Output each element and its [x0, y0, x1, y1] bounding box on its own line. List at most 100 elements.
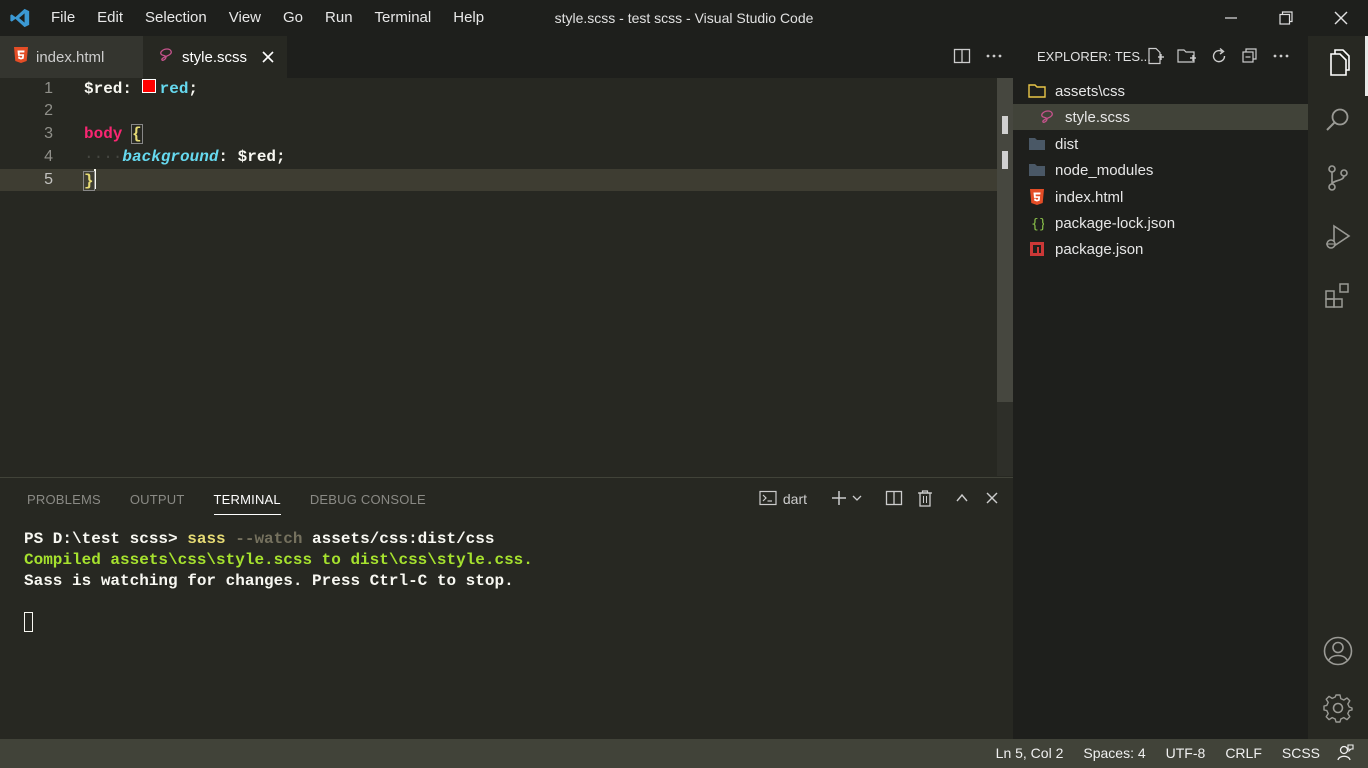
title-bar: File Edit Selection View Go Run Terminal… [0, 0, 1368, 36]
color-swatch-icon[interactable] [141, 79, 156, 93]
tab-style-scss[interactable]: style.scss [143, 36, 287, 78]
tree-item-node-modules[interactable]: node_modules [1013, 157, 1308, 183]
files-icon [1323, 48, 1353, 81]
explorer-activity[interactable] [1308, 36, 1368, 92]
line-number: 4 [44, 148, 53, 165]
terminal-icon [759, 490, 777, 509]
tab-index-html[interactable]: index.html [0, 36, 143, 78]
split-terminal-icon[interactable] [885, 489, 903, 510]
indentation[interactable]: Spaces: 4 [1073, 739, 1155, 768]
explorer-sidebar: EXPLORER: TES... assets\css style.scss d… [1013, 36, 1308, 739]
terminal-selector[interactable]: dart [759, 490, 807, 509]
sass-icon [1037, 107, 1057, 127]
close-panel-icon[interactable] [985, 491, 999, 508]
line-number: 1 [44, 80, 53, 97]
tree-item-package-lock-json[interactable]: {} package-lock.json [1013, 210, 1308, 236]
language-mode[interactable]: SCSS [1272, 739, 1330, 768]
scss-variable: $red [84, 80, 123, 98]
scroll-marker [1002, 151, 1008, 169]
tree-item-index-html[interactable]: index.html [1013, 184, 1308, 210]
bottom-panel: PROBLEMS OUTPUT TERMINAL DEBUG CONSOLE d… [0, 477, 1013, 740]
tab-output[interactable]: OUTPUT [130, 490, 185, 514]
chevron-down-icon[interactable] [851, 491, 863, 507]
terminal-output[interactable]: PS D:\test scss> sass --watch assets/css… [24, 529, 533, 592]
menu-help[interactable]: Help [442, 0, 495, 36]
json-icon: {} [1027, 213, 1047, 233]
extensions-activity[interactable] [1308, 268, 1368, 324]
source-control-icon [1323, 163, 1353, 196]
new-terminal-icon[interactable] [831, 490, 847, 509]
tab-label: index.html [36, 48, 105, 66]
more-actions-icon[interactable] [985, 47, 1003, 68]
colon: : [218, 148, 238, 166]
accounts-activity[interactable] [1308, 624, 1368, 680]
open-brace: { [131, 124, 143, 144]
terminal-line: Sass is watching for changes. Press Ctrl… [24, 572, 514, 590]
html5-icon [1027, 187, 1047, 207]
tree-item-label: style.scss [1065, 108, 1131, 126]
menu-terminal[interactable]: Terminal [364, 0, 443, 36]
collapse-all-icon[interactable] [1241, 47, 1259, 68]
tab-label: style.scss [182, 48, 248, 66]
close-tab-button[interactable] [258, 47, 278, 67]
tree-item-style-scss[interactable]: style.scss [1013, 104, 1308, 130]
tree-item-dist[interactable]: dist [1013, 131, 1308, 157]
cursor-position[interactable]: Ln 5, Col 2 [986, 739, 1074, 768]
code-text: body { [84, 123, 143, 145]
code-text: } [83, 169, 96, 192]
status-bar: Ln 5, Col 2 Spaces: 4 UTF-8 CRLF SCSS [0, 739, 1368, 768]
tab-terminal[interactable]: TERMINAL [213, 490, 281, 515]
code-editor[interactable]: 1 $red: red; 2 3 body { 4 ····background… [0, 78, 1013, 476]
window-controls [1203, 0, 1368, 36]
menu-view[interactable]: View [218, 0, 272, 36]
explorer-actions [1146, 36, 1290, 78]
code-line: 1 $red: red; [0, 78, 997, 100]
split-editor-icon[interactable] [953, 47, 971, 68]
manage-activity[interactable] [1308, 681, 1368, 737]
source-control-activity[interactable] [1308, 151, 1368, 207]
new-file-icon[interactable] [1146, 47, 1164, 68]
restore-button[interactable] [1258, 0, 1313, 36]
folder-icon [1027, 160, 1047, 180]
menu-selection[interactable]: Selection [134, 0, 218, 36]
tree-item-label: assets\css [1055, 82, 1126, 100]
tree-item-package-json[interactable]: package.json [1013, 236, 1308, 262]
trash-icon[interactable] [917, 489, 933, 510]
menu-file[interactable]: File [40, 0, 86, 36]
line-number: 5 [44, 171, 53, 188]
menu-go[interactable]: Go [272, 0, 314, 36]
code-line: 4 ····background: $red; [0, 146, 997, 168]
tree-item-assets-css[interactable]: assets\css [1013, 78, 1308, 104]
terminal-command: sass [187, 530, 226, 548]
minimize-button[interactable] [1203, 0, 1258, 36]
feedback-icon[interactable] [1330, 739, 1368, 768]
sass-icon [158, 47, 174, 67]
svg-text:{}: {} [1031, 217, 1044, 231]
vscode-logo-icon[interactable] [0, 0, 40, 36]
search-activity[interactable] [1308, 93, 1368, 149]
folder-open-icon [1027, 81, 1047, 101]
terminal-flag: --watch [225, 530, 303, 548]
close-window-button[interactable] [1313, 0, 1368, 36]
editor-tab-bar: index.html style.scss [0, 36, 1013, 78]
run-debug-activity[interactable] [1308, 210, 1368, 266]
search-icon [1323, 105, 1353, 138]
activity-bar [1308, 36, 1368, 739]
end-of-line[interactable]: CRLF [1215, 739, 1272, 768]
encoding[interactable]: UTF-8 [1156, 739, 1216, 768]
tab-debug-console[interactable]: DEBUG CONSOLE [310, 490, 426, 514]
tab-problems[interactable]: PROBLEMS [27, 490, 101, 514]
account-icon [1322, 635, 1354, 670]
tree-item-label: index.html [1055, 188, 1124, 206]
new-folder-icon[interactable] [1177, 47, 1197, 68]
tree-item-label: dist [1055, 135, 1079, 153]
menu-run[interactable]: Run [314, 0, 364, 36]
menu-edit[interactable]: Edit [86, 0, 134, 36]
more-actions-icon[interactable] [1272, 47, 1290, 68]
terminal-prompt: PS D:\test scss> [24, 530, 188, 548]
semicolon: ; [188, 80, 199, 98]
chevron-up-icon[interactable] [955, 491, 969, 508]
tree-item-label: node_modules [1055, 161, 1154, 179]
panel-tabs: PROBLEMS OUTPUT TERMINAL DEBUG CONSOLE [27, 490, 426, 515]
refresh-icon[interactable] [1210, 47, 1228, 68]
